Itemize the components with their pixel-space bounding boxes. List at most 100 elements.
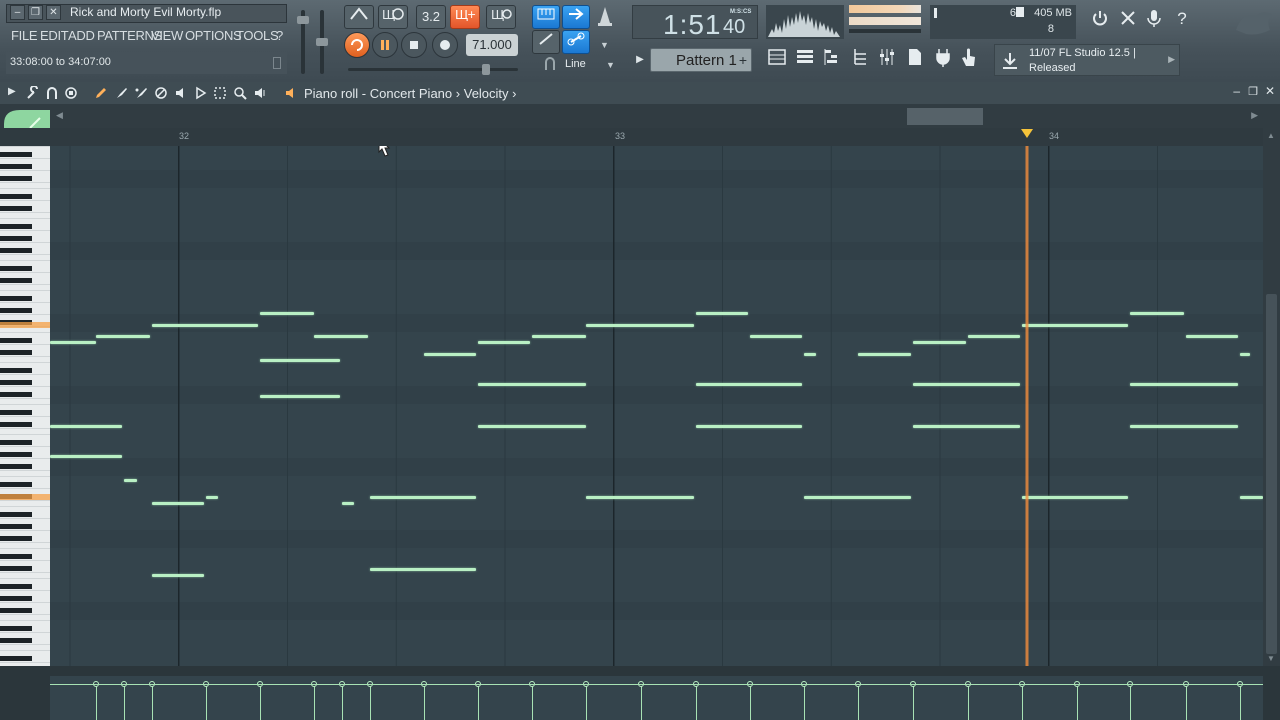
close-icon[interactable]: ✕ <box>1265 84 1275 98</box>
slice-icon[interactable] <box>213 86 227 100</box>
note[interactable] <box>696 312 748 315</box>
note[interactable] <box>968 335 1020 338</box>
minimize-icon[interactable]: – <box>1233 84 1240 98</box>
maximize-icon[interactable]: ❐ <box>1248 85 1258 98</box>
note[interactable] <box>478 425 586 428</box>
note[interactable] <box>1240 353 1250 356</box>
note[interactable] <box>152 324 258 327</box>
menu-tools[interactable]: TOOLS <box>236 26 279 46</box>
slip-edit-icon[interactable] <box>194 86 208 100</box>
audition-speaker-icon[interactable] <box>284 86 298 100</box>
black-key[interactable] <box>0 656 32 661</box>
black-key[interactable] <box>0 380 32 385</box>
vertical-scrollbar[interactable]: ▲ ▼ <box>1263 128 1280 666</box>
note[interactable] <box>260 312 314 315</box>
menu-help[interactable]: ? <box>276 26 283 46</box>
note[interactable] <box>696 425 802 428</box>
note[interactable] <box>152 574 204 577</box>
black-key[interactable] <box>0 236 32 241</box>
black-key[interactable] <box>0 164 32 169</box>
mixer-button[interactable] <box>874 46 900 74</box>
menu-options[interactable]: OPTIONS <box>185 26 242 46</box>
menu-add[interactable]: ADD <box>68 26 95 46</box>
velocity-stem[interactable] <box>586 684 587 720</box>
metronome-button[interactable]: Щ <box>378 5 408 29</box>
pattern-prev-button[interactable]: ▶ <box>632 48 648 72</box>
add-pattern-button[interactable]: + <box>736 50 750 70</box>
scroll-down-icon[interactable]: ▼ <box>1267 654 1275 663</box>
note[interactable] <box>96 335 150 338</box>
black-key[interactable] <box>0 638 32 643</box>
black-key[interactable] <box>0 596 32 601</box>
playhead-marker-icon[interactable] <box>1020 128 1034 140</box>
project-info-button[interactable] <box>902 46 928 74</box>
velocity-stem[interactable] <box>1130 684 1131 720</box>
master-volume-knob[interactable] <box>297 16 309 24</box>
black-key[interactable] <box>0 248 32 253</box>
reset-button[interactable] <box>1088 8 1112 32</box>
note-grid[interactable] <box>50 146 1263 666</box>
note[interactable] <box>586 496 694 499</box>
link-dropdown-icon[interactable]: ▼ <box>600 40 609 50</box>
loop-mode-button[interactable] <box>344 32 370 58</box>
piano-keys[interactable] <box>0 146 50 666</box>
velocity-stem[interactable] <box>532 684 533 720</box>
black-key[interactable] <box>0 464 32 469</box>
multilink-button[interactable] <box>532 30 560 54</box>
piano-roll-title[interactable]: Piano roll - Concert Piano › Velocity › <box>304 86 517 101</box>
scroll-up-icon[interactable]: ▲ <box>1267 131 1275 140</box>
black-key[interactable] <box>0 608 32 613</box>
note[interactable] <box>478 383 586 386</box>
snap-magnet-icon[interactable] <box>45 86 59 100</box>
metronome-curve-button[interactable] <box>344 5 374 29</box>
velocity-stem[interactable] <box>96 684 97 720</box>
black-key[interactable] <box>0 392 32 397</box>
black-key[interactable] <box>0 224 32 229</box>
menu-file[interactable]: FILE <box>11 26 38 46</box>
black-key[interactable] <box>0 278 32 283</box>
black-key[interactable] <box>0 512 32 517</box>
note[interactable] <box>1130 425 1238 428</box>
note[interactable] <box>152 502 204 505</box>
note[interactable] <box>1130 383 1238 386</box>
snap-selector[interactable]: Line <box>565 58 586 70</box>
scroll-right-icon[interactable]: ▶ <box>1251 110 1258 121</box>
note[interactable] <box>342 502 354 505</box>
black-key[interactable] <box>0 206 32 211</box>
song-position-slider[interactable] <box>348 68 518 71</box>
note[interactable] <box>1186 335 1238 338</box>
velocity-lane[interactable] <box>0 666 1280 720</box>
channel-rack-button[interactable] <box>792 46 818 74</box>
black-key[interactable] <box>0 368 32 373</box>
velocity-stem[interactable] <box>804 684 805 720</box>
news-next-icon[interactable]: ▶ <box>1168 54 1175 65</box>
note[interactable] <box>913 341 966 344</box>
note[interactable] <box>750 335 802 338</box>
velocity-stem[interactable] <box>1022 684 1023 720</box>
note[interactable] <box>50 341 96 344</box>
velocity-stem[interactable] <box>424 684 425 720</box>
velocity-stem[interactable] <box>696 684 697 720</box>
velocity-stem[interactable] <box>206 684 207 720</box>
note[interactable] <box>370 568 476 571</box>
black-key[interactable] <box>0 524 32 529</box>
wait-for-input-button[interactable]: Щ + <box>450 5 480 29</box>
black-key[interactable] <box>0 566 32 571</box>
link-button[interactable] <box>562 30 590 54</box>
horizontal-scrollbar[interactable]: ◀ ▶ <box>0 104 1280 146</box>
time-ruler[interactable]: 32 33 34 <box>0 128 1280 146</box>
black-key[interactable] <box>0 350 32 355</box>
horizontal-scroll-thumb[interactable] <box>907 108 983 125</box>
velocity-stem[interactable] <box>152 684 153 720</box>
magnet-icon[interactable] <box>544 56 556 72</box>
black-key[interactable] <box>0 452 32 457</box>
black-key[interactable] <box>0 266 32 271</box>
touch-controller-button[interactable] <box>956 46 982 74</box>
velocity-stem[interactable] <box>1077 684 1078 720</box>
paint-brush-icon[interactable] <box>114 86 128 100</box>
velocity-stem[interactable] <box>260 684 261 720</box>
waveform-monitor[interactable] <box>766 5 844 39</box>
pencil-icon[interactable] <box>94 86 108 100</box>
piano-roll-instrument[interactable]: Piano roll - Concert Piano <box>304 86 452 101</box>
black-key[interactable] <box>0 554 32 559</box>
